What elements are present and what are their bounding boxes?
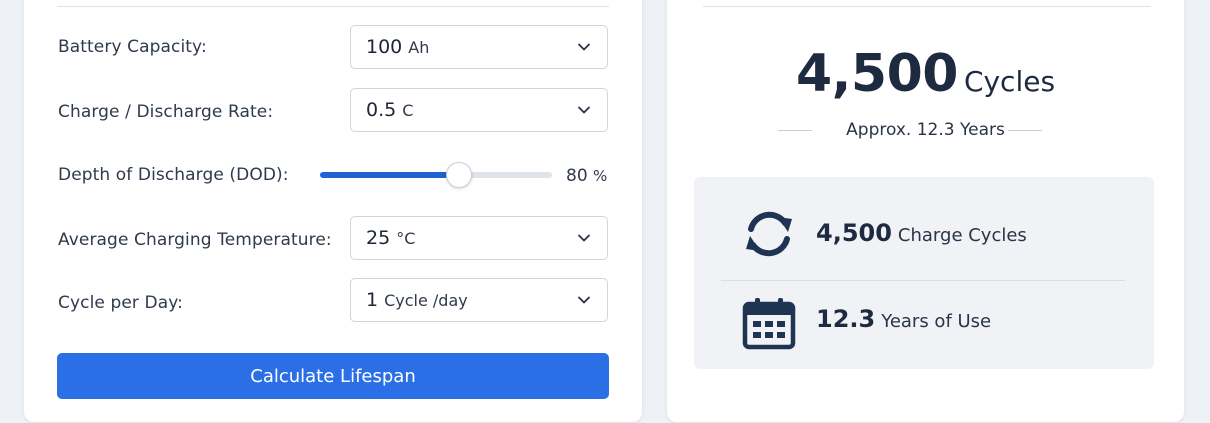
approx-right-dash — [1008, 130, 1042, 131]
temperature-unit: °C — [396, 228, 416, 248]
dod-value: 80 — [566, 166, 588, 186]
cycles-count: 4,500 — [795, 44, 958, 104]
dod-slider-fill — [320, 172, 460, 178]
battery-capacity-unit: Ah — [408, 37, 430, 57]
battery-capacity-value: 100 — [366, 36, 403, 58]
stat-charge-cycles: 4,500 Charge Cycles — [694, 177, 1154, 273]
cycles-per-day-label: Cycle per Day: — [58, 293, 183, 313]
dod-unit: % — [593, 167, 608, 185]
stat-cycles-text: Charge Cycles — [897, 225, 1027, 246]
chevron-down-icon — [578, 234, 590, 242]
top-divider — [57, 6, 609, 7]
calendar-icon — [742, 298, 796, 350]
battery-capacity-label: Battery Capacity: — [58, 37, 207, 57]
charge-rate-select[interactable]: 0.5 C — [350, 88, 608, 132]
stat-years-text: Years of Use — [881, 311, 992, 332]
stat-years-value: 12.3 — [816, 305, 876, 333]
temperature-label: Average Charging Temperature: — [58, 230, 332, 250]
temperature-select[interactable]: 25 °C — [350, 216, 608, 260]
stat-cycles-value: 4,500 — [816, 219, 892, 247]
charge-rate-value: 0.5 — [366, 99, 397, 121]
chevron-down-icon — [578, 43, 590, 51]
cycles-unit: Cycles — [963, 65, 1056, 98]
stat-years-line: 12.3 Years of Use — [816, 305, 991, 333]
charge-rate-label: Charge / Discharge Rate: — [58, 102, 274, 122]
calculator-form-card: Battery Capacity: 100 Ah Charge / Discha… — [24, 0, 642, 422]
refresh-cycle-icon — [746, 211, 792, 257]
charge-rate-unit: C — [402, 100, 414, 120]
stat-cycles-line: 4,500 Charge Cycles — [816, 219, 1027, 247]
calculate-lifespan-button[interactable]: Calculate Lifespan — [57, 353, 609, 399]
approx-years: Approx. 12.3 Years — [846, 120, 1005, 140]
results-card: 4,500 Cycles Approx. 12.3 Years 4,500 Char… — [667, 0, 1184, 422]
cycles-per-day-unit: Cycle /day — [384, 290, 468, 310]
stats-panel: 4,500 Charge Cycles 12.3 Years of Use — [694, 177, 1154, 369]
dod-slider-thumb[interactable] — [446, 162, 473, 188]
dod-value-readout: 80 % — [566, 166, 607, 186]
cycles-headline: 4,500 Cycles — [667, 44, 1184, 104]
cycles-per-day-select[interactable]: 1 Cycle /day — [350, 278, 608, 322]
dod-slider[interactable] — [320, 162, 552, 188]
chevron-down-icon — [578, 296, 590, 304]
dod-label: Depth of Discharge (DOD): — [58, 165, 289, 185]
stat-years-of-use: 12.3 Years of Use — [694, 281, 1154, 377]
cycles-per-day-value: 1 — [366, 289, 379, 311]
battery-capacity-select[interactable]: 100 Ah — [350, 25, 608, 69]
temperature-value: 25 — [366, 227, 391, 249]
chevron-down-icon — [578, 106, 590, 114]
top-divider — [703, 6, 1151, 7]
